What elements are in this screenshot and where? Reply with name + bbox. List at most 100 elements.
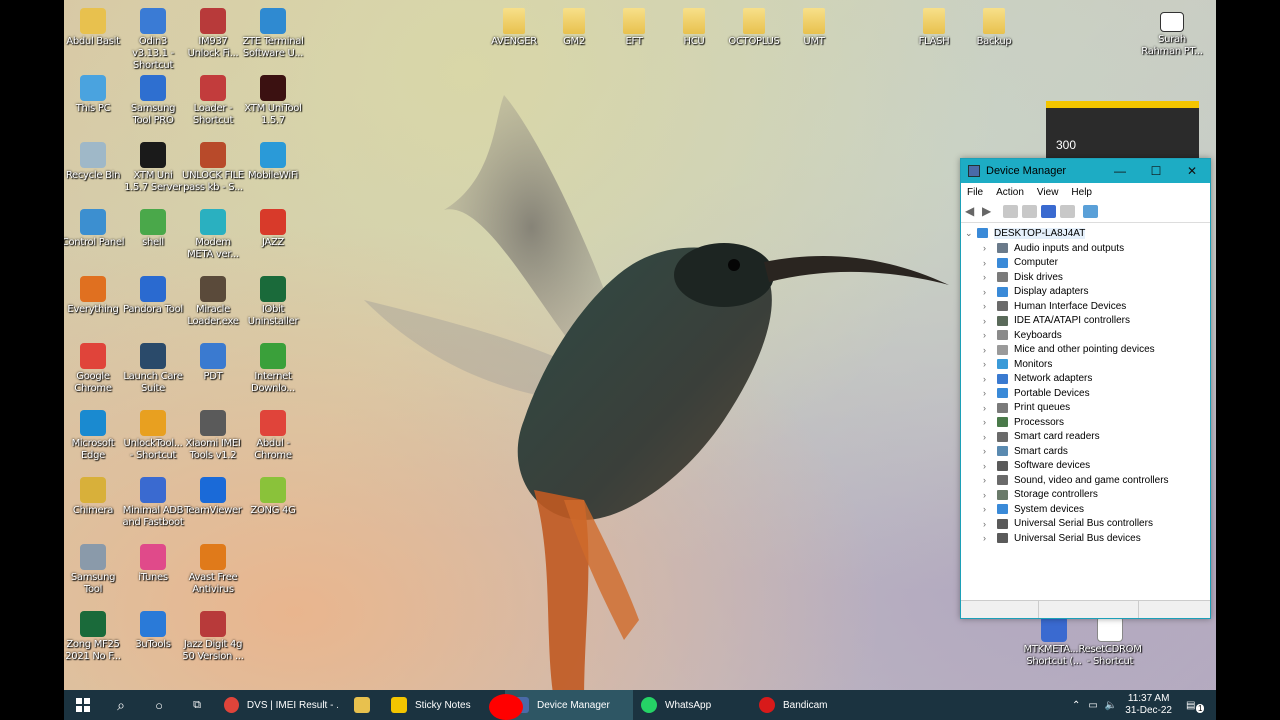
taskbar-app-device-manager[interactable]: Device Manager — [505, 690, 633, 720]
menu-action[interactable]: Action — [996, 187, 1024, 198]
desktop-icon[interactable]: Microsoft Edge — [64, 410, 125, 462]
taskbar-app-whatsapp[interactable]: WhatsApp — [633, 690, 751, 720]
chevron-right-icon[interactable]: › — [983, 475, 995, 485]
desktop-icon[interactable]: PDT — [181, 343, 245, 383]
desktop-icon[interactable]: Avast Free Antivirus — [181, 544, 245, 596]
device-category[interactable]: › Universal Serial Bus devices — [961, 531, 1210, 546]
cortana-button[interactable]: ○ — [140, 690, 178, 720]
chevron-right-icon[interactable]: › — [983, 461, 995, 471]
minimize-button[interactable]: — — [1102, 159, 1138, 183]
desktop-icon[interactable]: shell — [121, 209, 185, 249]
desktop-icon[interactable]: IObit Uninstaller — [241, 276, 305, 328]
device-category[interactable]: › Disk drives — [961, 270, 1210, 285]
desktop-icon[interactable]: XTM UniTool 1.5.7 — [241, 75, 305, 127]
chevron-right-icon[interactable]: › — [983, 301, 995, 311]
desktop-icon[interactable]: IM937 Unlock Fi... — [181, 8, 245, 60]
desktop-icon[interactable]: JAZZ — [241, 209, 305, 249]
desktop-icon[interactable]: UnlockTool... - Shortcut — [121, 410, 185, 462]
chevron-right-icon[interactable]: › — [983, 272, 995, 282]
forward-icon[interactable]: ▶ — [982, 205, 995, 218]
desktop-icon[interactable]: Launch Care Suite — [121, 343, 185, 395]
close-button[interactable]: ✕ — [1174, 159, 1210, 183]
taskbar-app-chrome[interactable]: DVS | IMEI Result - ... — [216, 690, 346, 720]
desktop-icon[interactable]: XTM Uni 1.5.7 Server — [121, 142, 185, 194]
notification-button[interactable]: ▤ 1 — [1186, 700, 1210, 713]
desktop-icon[interactable]: MobileWiFi — [241, 142, 305, 182]
desktop-icon[interactable]: UNLOCK FILE pass kb - S... — [181, 142, 245, 194]
desktop-folder[interactable]: GM2 — [542, 8, 606, 48]
menu-file[interactable]: File — [967, 187, 983, 198]
taskbar-app-file-explorer[interactable] — [346, 690, 383, 720]
desktop-folder[interactable]: Backup — [962, 8, 1026, 48]
device-category[interactable]: › Computer — [961, 256, 1210, 271]
desktop-icon[interactable]: Internet Downlo... — [241, 343, 305, 395]
desktop-icon[interactable]: Abdul Basit — [64, 8, 125, 48]
chevron-right-icon[interactable]: › — [983, 417, 995, 427]
desktop-icon[interactable]: ZTE Terminal Software U... — [241, 8, 305, 60]
desktop-icon[interactable]: Everything — [64, 276, 125, 316]
desktop-icon[interactable]: Zong MF25 2021 No F... — [64, 611, 125, 663]
device-category[interactable]: › Human Interface Devices — [961, 299, 1210, 314]
task-view-button[interactable]: ⧉ — [178, 690, 216, 720]
clock[interactable]: 11:37 AM 31-Dec-22 — [1125, 693, 1172, 717]
chevron-right-icon[interactable]: › — [983, 490, 995, 500]
device-category[interactable]: › Print queues — [961, 401, 1210, 416]
device-category[interactable]: › Smart card readers — [961, 430, 1210, 445]
scan-hardware-icon[interactable] — [1083, 205, 1098, 218]
update-driver-icon[interactable] — [1060, 205, 1075, 218]
device-category[interactable]: › Display adapters — [961, 285, 1210, 300]
search-button[interactable]: ⌕ — [102, 690, 140, 720]
desktop-icon[interactable]: iTunes — [121, 544, 185, 584]
desktop-icon[interactable]: Control Panel — [64, 209, 125, 249]
device-category[interactable]: › Audio inputs and outputs — [961, 241, 1210, 256]
chevron-right-icon[interactable]: › — [983, 330, 995, 340]
sticky-note[interactable]: 300 — [1046, 101, 1199, 161]
device-category[interactable]: › Smart cards — [961, 444, 1210, 459]
desktop-icon[interactable]: ZONG 4G — [241, 477, 305, 517]
show-hide-icon[interactable] — [1022, 205, 1037, 218]
device-category[interactable]: › Keyboards — [961, 328, 1210, 343]
desktop-icon[interactable]: Pandora Tool — [121, 276, 185, 316]
desktop-icon[interactable]: Loader - Shortcut — [181, 75, 245, 127]
back-icon[interactable]: ◀ — [965, 205, 978, 218]
desktop-icon[interactable]: Google Chrome — [64, 343, 125, 395]
device-category[interactable]: › Universal Serial Bus controllers — [961, 517, 1210, 532]
desktop-icon[interactable]: TeamViewer — [181, 477, 245, 517]
desktop-icon-mtkmeta[interactable]: MTKMETA... - Shortcut (... — [1022, 616, 1086, 668]
help-icon[interactable] — [1041, 205, 1056, 218]
chevron-right-icon[interactable]: › — [983, 287, 995, 297]
desktop-icon[interactable]: Modem META ver... — [181, 209, 245, 261]
desktop-icon[interactable]: Miracle Loader.exe — [181, 276, 245, 328]
desktop-folder[interactable]: FLASH — [902, 8, 966, 48]
device-category[interactable]: › Processors — [961, 415, 1210, 430]
desktop-folder[interactable]: EFT — [602, 8, 666, 48]
maximize-button[interactable]: ☐ — [1138, 159, 1174, 183]
desktop-icon[interactable]: Jazz Digit 4g 50 Version ... — [181, 611, 245, 663]
network-icon[interactable]: ▭ — [1088, 700, 1097, 711]
desktop-icon[interactable]: 3uTools — [121, 611, 185, 651]
desktop-folder[interactable]: UMT — [782, 8, 846, 48]
window-titlebar[interactable]: Device Manager — ☐ ✕ — [961, 159, 1210, 183]
sticky-note-text[interactable]: 300 — [1056, 138, 1076, 152]
device-category[interactable]: › Sound, video and game controllers — [961, 473, 1210, 488]
start-button[interactable] — [64, 690, 102, 720]
menu-view[interactable]: View — [1037, 187, 1059, 198]
desktop-icon[interactable]: Samsung Tool — [64, 544, 125, 596]
device-manager-window[interactable]: Device Manager — ☐ ✕ File Action View He… — [960, 158, 1211, 619]
desktop-icon[interactable]: Recycle Bin — [64, 142, 125, 182]
chevron-right-icon[interactable]: › — [983, 243, 995, 253]
device-category[interactable]: › Network adapters — [961, 372, 1210, 387]
taskbar-app-bandicam[interactable]: Bandicam — [751, 690, 836, 720]
tree-root[interactable]: ⌄ DESKTOP-LA8J4AT — [961, 225, 1210, 241]
chevron-down-icon[interactable]: ⌄ — [965, 228, 977, 239]
chevron-up-icon[interactable]: ⌃ — [1072, 700, 1080, 711]
chevron-right-icon[interactable]: › — [983, 316, 995, 326]
chevron-right-icon[interactable]: › — [983, 504, 995, 514]
device-category[interactable]: › Software devices — [961, 459, 1210, 474]
desktop-folder[interactable]: OCTOPLUS — [722, 8, 786, 48]
device-category[interactable]: › Mice and other pointing devices — [961, 343, 1210, 358]
properties-icon[interactable] — [1003, 205, 1018, 218]
desktop-icon-resetcdrom[interactable]: ResetCDROM - Shortcut — [1078, 616, 1142, 668]
desktop-icon[interactable]: Xiaomi IMEI Tools v1.2 — [181, 410, 245, 462]
chevron-right-icon[interactable]: › — [983, 432, 995, 442]
